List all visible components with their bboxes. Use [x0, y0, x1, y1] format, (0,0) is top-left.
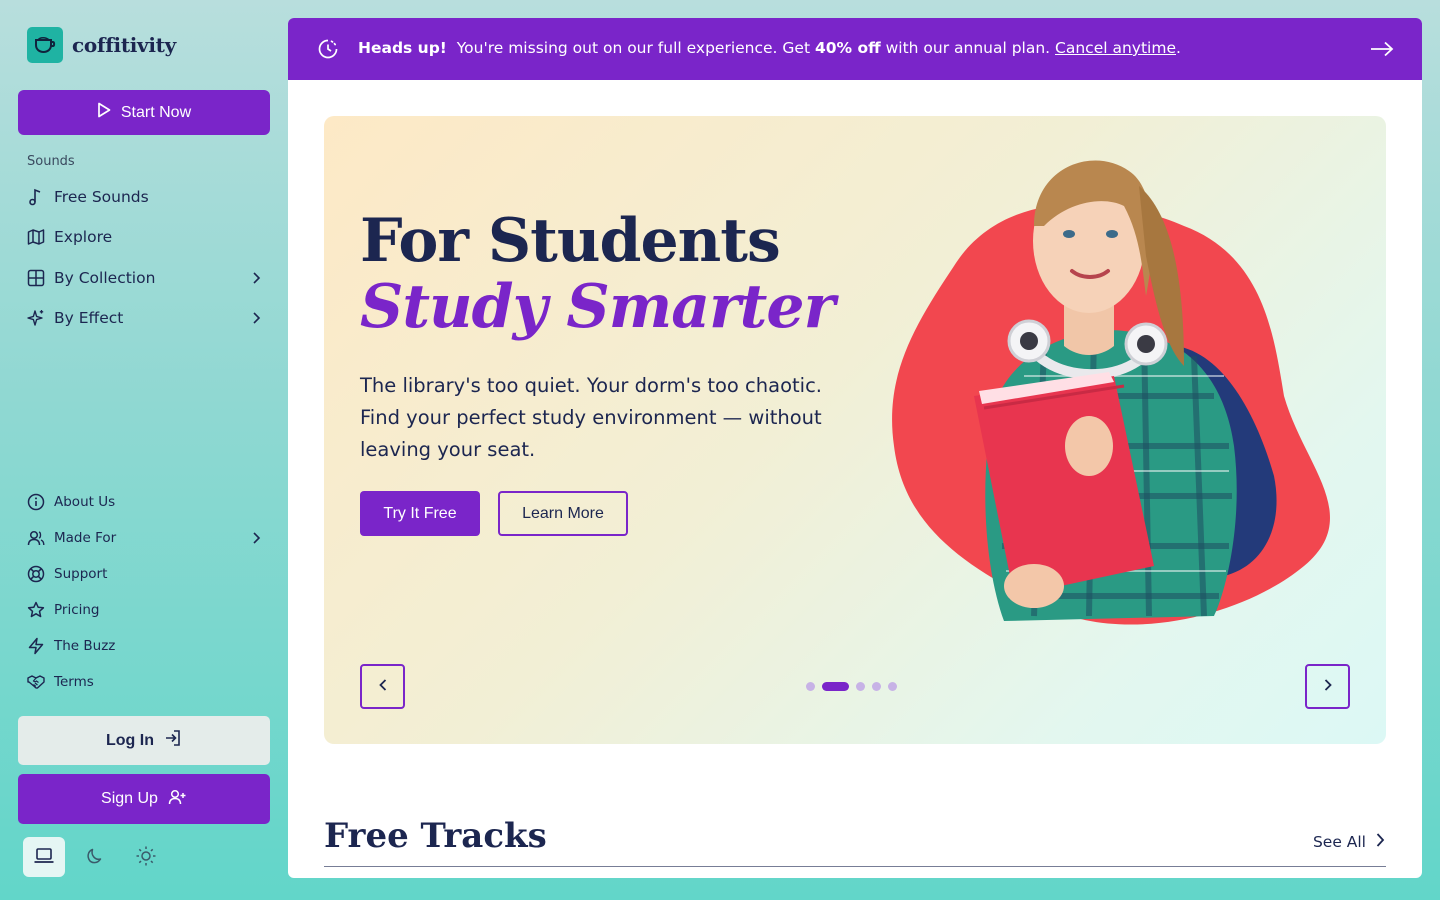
sounds-section-label: Sounds: [27, 154, 75, 169]
promo-discount: 40% off: [814, 39, 881, 57]
hero-subtitle: Study Smarter: [360, 272, 835, 342]
chevron-right-icon: [1322, 678, 1334, 695]
carousel-dot[interactable]: [872, 682, 881, 691]
map-icon: [27, 228, 45, 246]
arrow-right-icon[interactable]: [1370, 39, 1394, 63]
sign-up-button[interactable]: Sign Up: [18, 774, 270, 824]
sign-up-label: Sign Up: [101, 790, 158, 807]
grid-icon: [27, 269, 45, 287]
sidebar-item-label: Pricing: [54, 602, 100, 618]
carousel-dot[interactable]: [888, 682, 897, 691]
sidebar-item-explore[interactable]: Explore: [27, 228, 263, 246]
student-illustration: [892, 160, 1330, 625]
star-icon: [27, 601, 45, 619]
lightning-icon: [27, 637, 45, 655]
sidebar-item-label: By Collection: [54, 269, 156, 287]
clock-icon: [316, 37, 340, 65]
users-icon: [27, 529, 45, 547]
sidebar-item-label: Terms: [54, 674, 94, 690]
sidebar-item-pricing[interactable]: Pricing: [27, 601, 263, 619]
sidebar-item-by-effect[interactable]: By Effect: [27, 309, 263, 327]
see-all-link[interactable]: See All: [1313, 832, 1386, 852]
sidebar-item-terms[interactable]: Terms: [27, 673, 263, 691]
see-all-label: See All: [1312, 833, 1366, 851]
promo-heading: Heads up!: [358, 39, 447, 57]
log-in-label: Log In: [106, 731, 154, 749]
handshake-icon: [27, 673, 45, 691]
sidebar-item-made-for[interactable]: Made For: [27, 529, 263, 547]
log-in-button[interactable]: Log In: [18, 716, 270, 765]
sidebar: coffitivity Start Now Sounds Free Sounds…: [0, 0, 288, 900]
promo-text-before: You're missing out on our full experienc…: [456, 39, 815, 57]
laptop-icon: [33, 847, 55, 868]
try-it-free-button[interactable]: Try It Free: [360, 491, 480, 536]
sidebar-item-free-sounds[interactable]: Free Sounds: [27, 188, 263, 206]
sidebar-item-label: Made For: [54, 530, 117, 546]
theme-light-button[interactable]: [125, 837, 167, 877]
main-content: Heads up! You're missing out on our full…: [288, 18, 1422, 878]
chevron-right-icon: [249, 311, 263, 325]
sidebar-item-by-collection[interactable]: By Collection: [27, 269, 263, 287]
carousel-next-button[interactable]: [1305, 664, 1350, 709]
sidebar-item-label: The Buzz: [54, 638, 116, 654]
carousel-dot-active[interactable]: [822, 682, 849, 691]
hero-carousel: For Students Study Smarter The library's…: [324, 116, 1386, 744]
promo-period: .: [1175, 39, 1181, 57]
sidebar-item-label: Free Sounds: [54, 188, 149, 206]
login-arrow-icon: [164, 729, 182, 752]
chevron-right-icon: [249, 531, 263, 545]
hero-title: For Students: [360, 206, 781, 276]
cancel-anytime-link[interactable]: Cancel anytime: [1055, 39, 1176, 57]
sidebar-item-the-buzz[interactable]: The Buzz: [27, 637, 263, 655]
sidebar-item-label: Explore: [54, 228, 113, 246]
sidebar-item-label: Support: [54, 566, 108, 582]
sidebar-item-label: By Effect: [54, 309, 124, 327]
promo-banner[interactable]: Heads up! You're missing out on our full…: [288, 18, 1422, 80]
sidebar-item-about-us[interactable]: About Us: [27, 493, 263, 511]
carousel-indicators: [806, 682, 897, 691]
play-icon: [97, 102, 111, 123]
promo-text-after: with our annual plan.: [880, 39, 1056, 57]
sidebar-item-label: About Us: [54, 494, 116, 510]
chevron-right-icon: [1374, 832, 1386, 852]
theme-dark-button[interactable]: [74, 837, 116, 877]
brand-name: coffitivity: [72, 33, 176, 57]
start-now-button[interactable]: Start Now: [18, 90, 270, 135]
sun-icon: [135, 845, 157, 870]
logo[interactable]: coffitivity: [27, 27, 176, 63]
chevron-right-icon: [249, 271, 263, 285]
carousel-dot[interactable]: [806, 682, 815, 691]
music-note-icon: [27, 188, 45, 206]
section-divider: [324, 866, 1386, 867]
coffee-cup-icon: [27, 27, 63, 63]
learn-more-button[interactable]: Learn More: [498, 491, 628, 536]
promo-text: Heads up! You're missing out on our full…: [358, 39, 1181, 57]
lifebuoy-icon: [27, 565, 45, 583]
free-tracks-title: Free Tracks: [324, 816, 547, 856]
theme-system-button[interactable]: [23, 837, 65, 877]
info-icon: [27, 493, 45, 511]
moon-icon: [85, 846, 105, 869]
chevron-left-icon: [377, 678, 389, 695]
carousel-dot[interactable]: [856, 682, 865, 691]
sparkle-icon: [27, 309, 45, 327]
sidebar-item-support[interactable]: Support: [27, 565, 263, 583]
hero-description: The library's too quiet. Your dorm's too…: [360, 374, 822, 461]
carousel-prev-button[interactable]: [360, 664, 405, 709]
user-plus-icon: [168, 788, 187, 811]
start-now-label: Start Now: [120, 103, 192, 121]
